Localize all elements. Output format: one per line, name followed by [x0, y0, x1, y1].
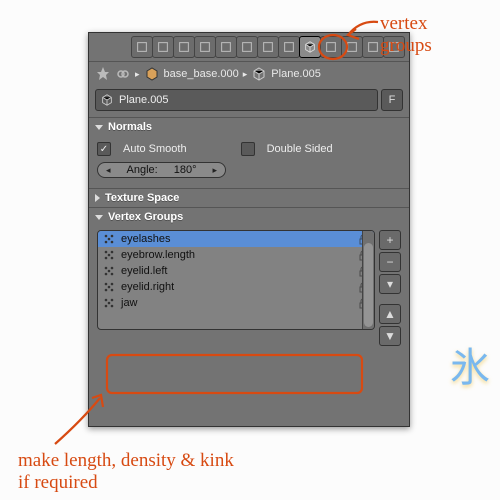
section-body-normals: Auto Smooth Double Sided ◂ Angle: 180° ▸: [89, 136, 409, 188]
section-header-texture-space[interactable]: Texture Space: [89, 189, 409, 207]
header-tabs: [89, 33, 409, 62]
camera-icon[interactable]: [152, 36, 174, 58]
move-down-button[interactable]: ▼: [379, 326, 401, 346]
auto-smooth-label: Auto Smooth: [123, 143, 187, 155]
breadcrumb-sep: ▸: [135, 69, 140, 80]
breadcrumb-data[interactable]: Plane.005: [271, 68, 321, 80]
scrollbar-thumb[interactable]: [364, 243, 373, 327]
vertex-group-icon: [103, 297, 115, 309]
material-icon[interactable]: [320, 36, 342, 58]
section-header-normals[interactable]: Normals: [89, 118, 409, 136]
section-texture-space: Texture Space: [89, 188, 409, 207]
object-data-icon[interactable]: [299, 36, 321, 58]
fake-user-button[interactable]: F: [381, 89, 403, 111]
watermark: 氷: [450, 335, 490, 393]
vertex-group-icon: [103, 249, 115, 261]
breadcrumb-sep: ▸: [243, 69, 248, 80]
section-title: Texture Space: [105, 192, 179, 204]
mesh-icon: [144, 66, 160, 82]
modifier-icon[interactable]: [278, 36, 300, 58]
section-body-vertex-groups: eyelashes eyebrow.length eyelid.left eyelid…: [89, 226, 409, 356]
double-sided-label: Double Sided: [267, 143, 333, 155]
breadcrumb-object[interactable]: base_base.000: [164, 68, 239, 80]
angle-value: 180°: [174, 164, 197, 176]
add-button[interactable]: +: [379, 230, 401, 250]
move-up-button[interactable]: ▲: [379, 304, 401, 324]
annotation-make-length: make length, density & kink if required: [18, 450, 234, 494]
vertex-group-item[interactable]: eyelashes: [98, 231, 374, 247]
vertex-group-name: eyelid.left: [121, 265, 167, 277]
vertex-group-side-buttons: +−▾ ▲▼: [379, 230, 401, 346]
section-header-vertex-groups[interactable]: Vertex Groups: [89, 208, 409, 226]
render-icon[interactable]: [131, 36, 153, 58]
vertex-group-icon: [103, 233, 115, 245]
name-row: Plane.005 F: [89, 86, 409, 117]
specials-menu-button[interactable]: ▾: [379, 274, 401, 294]
breadcrumb: ▸ base_base.000 ▸ Plane.005: [89, 62, 409, 86]
vertex-group-icon: [103, 265, 115, 277]
vertex-group-name: eyelashes: [121, 233, 171, 245]
mesh-icon[interactable]: [173, 36, 195, 58]
section-vertex-groups: Vertex Groups eyelasheseyebrow.lengtheye…: [89, 207, 409, 356]
scrollbar[interactable]: [362, 231, 374, 329]
pin-icon[interactable]: [95, 66, 111, 82]
physics-icon[interactable]: [383, 36, 405, 58]
remove-button[interactable]: −: [379, 252, 401, 272]
armature-icon[interactable]: [215, 36, 237, 58]
disclosure-icon: [95, 215, 103, 220]
vertex-group-name: eyebrow.length: [121, 249, 195, 261]
vertex-group-name: jaw: [121, 297, 138, 309]
double-sided-checkbox[interactable]: [241, 142, 255, 156]
link-icon[interactable]: [115, 66, 131, 82]
disclosure-icon: [95, 125, 103, 130]
datablock-name-value: Plane.005: [119, 94, 169, 106]
object-data-icon: [251, 66, 267, 82]
chevron-left-icon[interactable]: ◂: [106, 165, 111, 176]
vertex-group-item[interactable]: eyelid.left: [98, 263, 374, 279]
angle-spinner[interactable]: ◂ Angle: 180° ▸: [97, 162, 226, 178]
texture-icon[interactable]: [341, 36, 363, 58]
vertex-group-item[interactable]: eyebrow.length: [98, 247, 374, 263]
chevron-right-icon[interactable]: ▸: [213, 165, 218, 176]
particles-icon[interactable]: [362, 36, 384, 58]
vertex-group-item[interactable]: jaw: [98, 295, 374, 311]
curve-icon[interactable]: [194, 36, 216, 58]
properties-panel: ▸ base_base.000 ▸ Plane.005 Plane.005 F …: [88, 32, 410, 427]
angle-label: Angle:: [127, 164, 158, 176]
constraint-icon[interactable]: [257, 36, 279, 58]
bone-icon[interactable]: [236, 36, 258, 58]
vertex-group-icon: [103, 281, 115, 293]
vertex-group-name: eyelid.right: [121, 281, 174, 293]
datablock-name-input[interactable]: Plane.005: [95, 89, 378, 111]
vertex-group-item[interactable]: eyelid.right: [98, 279, 374, 295]
disclosure-icon: [95, 194, 100, 202]
section-title: Normals: [108, 121, 152, 133]
auto-smooth-checkbox[interactable]: [97, 142, 111, 156]
object-data-icon: [100, 93, 114, 107]
vertex-group-list[interactable]: eyelashes eyebrow.length eyelid.left eyelid…: [97, 230, 375, 330]
section-title: Vertex Groups: [108, 211, 183, 223]
section-normals: Normals Auto Smooth Double Sided ◂ Angle…: [89, 117, 409, 188]
